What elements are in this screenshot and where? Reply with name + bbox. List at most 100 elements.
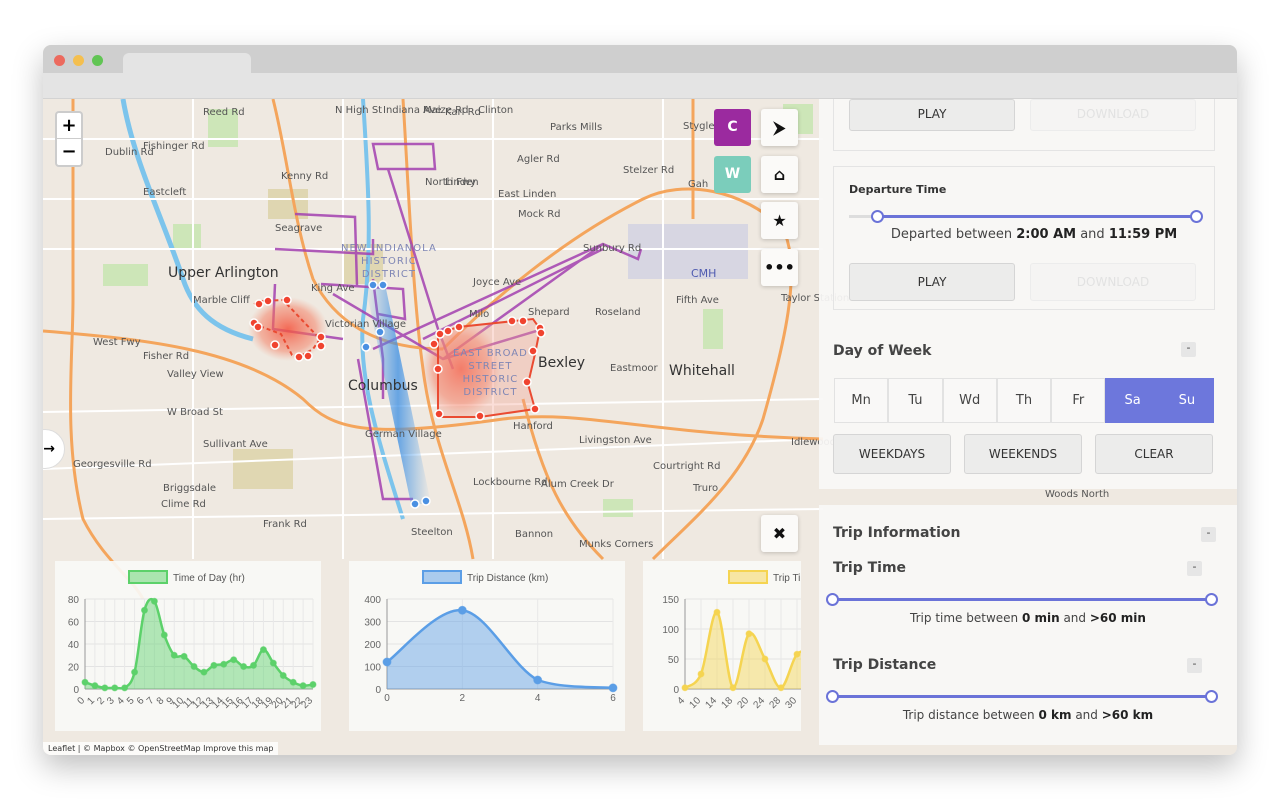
map-place-label: N High St — [335, 105, 383, 116]
x-tick-label: 0 — [384, 693, 390, 704]
w-layer-button[interactable]: W — [714, 156, 751, 193]
clear-button[interactable]: CLEAR — [1095, 434, 1213, 474]
zoom-in-button[interactable]: + — [57, 113, 81, 139]
map-view[interactable]: Fishinger Rd Reed Rd Dublin Rd Eastcleft Ken… — [43, 99, 1237, 755]
x-tick-label: 2 — [460, 693, 466, 704]
day-toggle-th[interactable]: Th — [996, 378, 1052, 423]
trip-distance-collapse-button[interactable]: - — [1187, 658, 1202, 673]
departure-end-value: 11:59 PM — [1108, 227, 1178, 242]
maximize-window-button[interactable] — [92, 55, 103, 66]
day-toggle-tu[interactable]: Tu — [888, 378, 943, 423]
data-point — [777, 684, 785, 692]
trip-time-prefix: Trip time between — [910, 611, 1022, 625]
map-city-label: Whitehall — [669, 363, 735, 379]
trip-time-start-handle[interactable] — [826, 593, 839, 606]
map-place-label: Reed Rd — [203, 107, 245, 118]
y-tick-label: 150 — [662, 595, 679, 606]
pin-button[interactable]: ⮞ — [761, 109, 798, 146]
trip-distance-start-handle[interactable] — [826, 690, 839, 703]
x-tick-label: 4 — [535, 693, 541, 704]
map-place-label: Courtright Rd — [653, 461, 721, 472]
day-toggle-su[interactable]: Su — [1159, 378, 1214, 423]
trip-distance-title: Trip Distance — [833, 657, 937, 673]
x-tick-label: 18 — [719, 695, 735, 711]
time-of-day-chart: Time of Day (hr) 0 20 40 60 80 0 1 2 3 4 5 6 7 8 9 10 11 1… — [55, 561, 321, 731]
data-point — [91, 682, 99, 690]
map-place-label: Bannon — [515, 529, 554, 540]
download-button-top[interactable]: DOWNLOAD — [1030, 99, 1196, 131]
zone-point — [270, 340, 280, 350]
weekdays-button[interactable]: WEEKDAYS — [833, 434, 951, 474]
day-toggle-mn[interactable]: Mn — [834, 378, 889, 423]
trip-time-collapse-button[interactable]: - — [1187, 561, 1202, 576]
home-button[interactable]: ⌂ — [761, 156, 798, 193]
play-button-top[interactable]: PLAY — [849, 99, 1015, 131]
zone-point — [518, 316, 528, 326]
trip-time-mid: and — [1059, 611, 1090, 625]
arrow-right-icon: → — [43, 441, 55, 457]
data-point — [121, 684, 129, 692]
map-place-label: Hanford — [513, 421, 553, 432]
map-place-label: Shepard — [528, 307, 570, 318]
map-place-label: Woods North — [1045, 489, 1110, 500]
zoom-out-button[interactable]: − — [57, 139, 81, 165]
zone-point — [536, 328, 546, 338]
zone-point — [530, 404, 540, 414]
zone-point — [434, 409, 444, 419]
departure-time-text: Departed between 2:00 AM and 11:59 PM — [849, 227, 1219, 242]
data-point — [713, 608, 721, 616]
data-point — [299, 682, 307, 690]
trip-distance-end-handle[interactable] — [1205, 690, 1218, 703]
park-area — [173, 224, 201, 249]
zoom-control: + − — [55, 111, 83, 167]
zone-point — [435, 329, 445, 339]
day-of-week-selector: Mn Tu Wd Th Fr Sa Su — [834, 378, 1214, 423]
browser-window: Fishinger Rd Reed Rd Dublin Rd Eastcleft Ken… — [43, 45, 1237, 755]
minimize-window-button[interactable] — [73, 55, 84, 66]
day-toggle-fr[interactable]: Fr — [1051, 378, 1106, 423]
close-icon: ✖ — [772, 524, 787, 543]
browser-tab[interactable] — [123, 53, 251, 73]
data-point — [269, 659, 277, 667]
x-tick-label: 5 — [125, 695, 137, 707]
route-point — [361, 342, 371, 352]
day-of-week-title: Day of Week — [833, 343, 932, 359]
departure-start-handle[interactable] — [871, 210, 884, 223]
close-button[interactable]: ✖ — [761, 515, 798, 552]
trip-distance-prefix: Trip distance between — [902, 708, 1039, 722]
map-city-label: Upper Arlington — [168, 265, 279, 281]
download-button[interactable]: DOWNLOAD — [1030, 263, 1196, 301]
map-place-label: Victorian Village — [325, 319, 407, 330]
map-place-label: Fisher Rd — [143, 351, 190, 362]
trip-information-panel: Trip Information - Trip Time - Trip time… — [819, 505, 1237, 745]
street — [43, 508, 824, 520]
c-layer-button[interactable]: C — [714, 109, 751, 146]
trip-distance-mid: and — [1071, 708, 1102, 722]
map-place-label: Georgesville Rd — [73, 459, 152, 470]
map-place-label: Milo — [469, 309, 490, 320]
map-attribution[interactable]: Leaflet | © Mapbox © OpenStreetMap Impro… — [43, 742, 279, 755]
legend-swatch — [728, 570, 768, 584]
data-point — [289, 678, 297, 686]
x-tick-label: 10 — [687, 695, 703, 711]
data-point — [793, 650, 801, 658]
zone-point — [528, 346, 538, 356]
weekends-button[interactable]: WEEKENDS — [964, 434, 1082, 474]
departure-end-handle[interactable] — [1190, 210, 1203, 223]
play-button[interactable]: PLAY — [849, 263, 1015, 301]
day-toggle-wd[interactable]: Wd — [942, 378, 997, 423]
data-point — [160, 631, 168, 639]
day-of-week-collapse-button[interactable]: - — [1181, 342, 1196, 357]
trip-information-collapse-button[interactable]: - — [1201, 527, 1216, 542]
map-place-label: Mock Rd — [518, 209, 561, 220]
close-window-button[interactable] — [54, 55, 65, 66]
favorites-button[interactable]: ★ — [761, 202, 798, 239]
day-toggle-sa[interactable]: Sa — [1105, 378, 1160, 423]
more-button[interactable]: ••• — [761, 249, 798, 286]
legend-label: Trip Distance (km) — [467, 573, 548, 584]
trip-time-end-handle[interactable] — [1205, 593, 1218, 606]
data-point — [608, 683, 618, 693]
trip-distance-start-value: 0 km — [1038, 708, 1072, 722]
map-place-label: Seagrave — [275, 223, 323, 234]
map-place-label: Marble Cliff — [193, 295, 250, 306]
